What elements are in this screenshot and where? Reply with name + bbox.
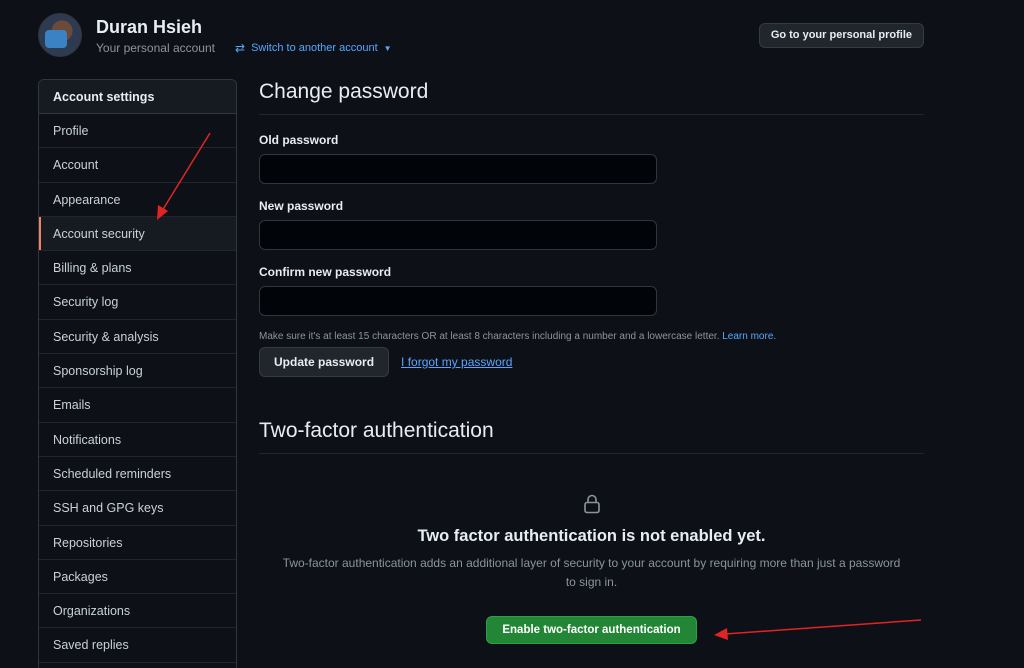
update-password-button[interactable]: Update password [259, 347, 390, 377]
sidebar-item-profile[interactable]: Profile [39, 114, 236, 149]
sidebar-item-scheduled-reminders[interactable]: Scheduled reminders [39, 457, 236, 492]
confirm-password-label: Confirm new password [259, 265, 392, 279]
new-password-input[interactable] [259, 220, 657, 250]
password-hint-text: Make sure it's at least 15 characters OR… [259, 331, 720, 342]
main-content: Change password Old password New passwor… [259, 80, 924, 644]
sidebar-item-emails[interactable]: Emails [39, 388, 236, 423]
old-password-label: Old password [259, 133, 339, 147]
sidebar-item-saved-replies[interactable]: Saved replies [39, 628, 236, 663]
arrows-swap-icon: ⇄ [235, 41, 246, 55]
sidebar-item-ssh-gpg-keys[interactable]: SSH and GPG keys [39, 491, 236, 526]
sidebar-item-security-log[interactable]: Security log [39, 285, 236, 320]
avatar[interactable] [38, 13, 82, 57]
settings-sidebar: Account settings Profile Account Appeara… [38, 79, 237, 668]
go-to-profile-button[interactable]: Go to your personal profile [758, 23, 924, 48]
switch-account-link[interactable]: ⇄ Switch to another account ▼ [235, 41, 392, 55]
sidebar-heading: Account settings [39, 80, 236, 114]
user-name[interactable]: Duran Hsieh [96, 17, 202, 38]
sidebar-item-appearance[interactable]: Appearance [39, 183, 236, 217]
sidebar-item-security-analysis[interactable]: Security & analysis [39, 320, 236, 355]
two-factor-description: Two-factor authentication adds an additi… [282, 556, 901, 589]
password-hint: Make sure it's at least 15 characters OR… [259, 331, 924, 342]
sidebar-item-notifications[interactable]: Notifications [39, 423, 236, 457]
new-password-group: New password [259, 199, 924, 250]
sidebar-item-packages[interactable]: Packages [39, 560, 236, 595]
account-header: Duran Hsieh Your personal account ⇄ Swit… [38, 13, 924, 63]
change-password-title: Change password [259, 80, 924, 115]
old-password-input[interactable] [259, 154, 657, 184]
new-password-label: New password [259, 199, 344, 213]
confirm-password-group: Confirm new password [259, 265, 924, 316]
password-actions: Update password I forgot my password [259, 347, 924, 377]
sidebar-item-account[interactable]: Account [39, 148, 236, 183]
two-factor-blankslate: Two factor authentication is not enabled… [259, 494, 924, 644]
sidebar-item-organizations[interactable]: Organizations [39, 594, 236, 629]
sidebar-item-billing[interactable]: Billing & plans [39, 251, 236, 286]
sidebar-item-account-security[interactable]: Account security [39, 216, 236, 252]
user-subtitle: Your personal account [96, 41, 215, 55]
two-factor-title: Two-factor authentication [259, 419, 924, 454]
old-password-group: Old password [259, 133, 924, 184]
sidebar-item-sponsorship-log[interactable]: Sponsorship log [39, 354, 236, 389]
forgot-password-link[interactable]: I forgot my password [401, 355, 512, 369]
enable-two-factor-button[interactable]: Enable two-factor authentication [486, 616, 697, 644]
switch-account-label: Switch to another account [251, 42, 378, 54]
confirm-password-input[interactable] [259, 286, 657, 316]
learn-more-link[interactable]: Learn more. [722, 331, 776, 342]
sidebar-item-repositories[interactable]: Repositories [39, 526, 236, 560]
caret-down-icon: ▼ [383, 43, 392, 53]
two-factor-heading: Two factor authentication is not enabled… [417, 527, 766, 545]
lock-icon [259, 494, 924, 516]
